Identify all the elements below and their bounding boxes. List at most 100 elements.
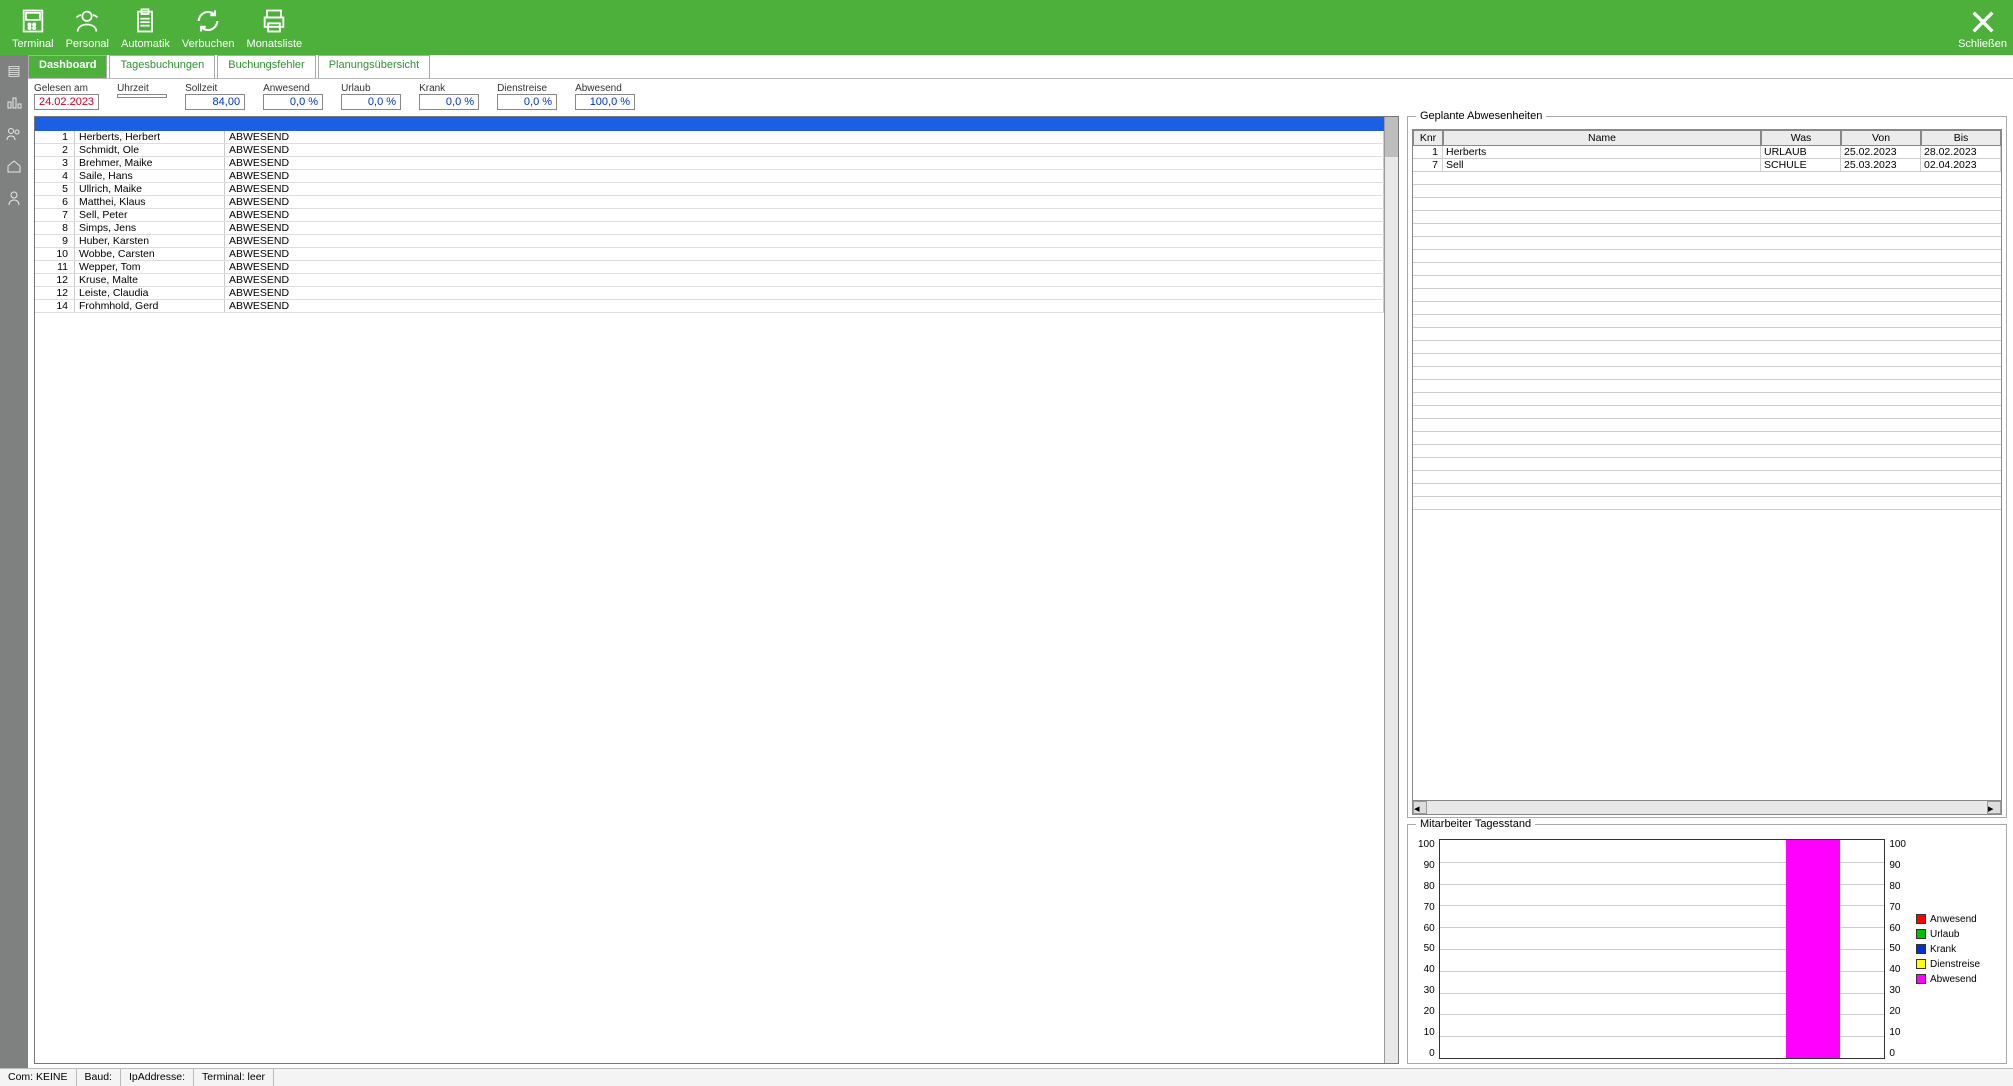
legend-dienstreise: Dienstreise [1930, 959, 1980, 970]
people-row[interactable]: 3Brehmer, MaikeABWESEND [35, 157, 1384, 170]
side-rail: ▤ [0, 55, 28, 1068]
people-list-header[interactable] [35, 117, 1384, 131]
clipboard-icon [130, 6, 160, 36]
axis-tick: 100 [1889, 839, 1906, 850]
tab-dashboard[interactable]: Dashboard [28, 55, 107, 78]
people-row[interactable]: 4Saile, HansABWESEND [35, 170, 1384, 183]
dienstreise-label: Dienstreise [497, 83, 557, 94]
absence-empty-row [1413, 393, 2001, 406]
uhrzeit-value[interactable] [117, 94, 167, 98]
abs-knr: 1 [1413, 146, 1443, 159]
chart-title: Mitarbeiter Tagesstand [1416, 818, 1535, 830]
dienstreise-value: 0,0 % [497, 94, 557, 110]
people-row[interactable]: 14Frohmhold, GerdABWESEND [35, 300, 1384, 313]
absence-empty-row [1413, 289, 2001, 302]
axis-tick: 0 [1429, 1048, 1435, 1059]
anwesend-value: 0,0 % [263, 94, 323, 110]
monatsliste-button[interactable]: Monatsliste [241, 0, 309, 55]
absence-empty-row [1413, 471, 2001, 484]
people-list[interactable]: 1Herberts, HerbertABWESEND2Schmidt, OleA… [35, 131, 1384, 1063]
people-row[interactable]: 12Kruse, MalteABWESEND [35, 274, 1384, 287]
verbuchen-label: Verbuchen [182, 38, 235, 50]
abs-col-knr[interactable]: Knr [1413, 130, 1443, 146]
close-button[interactable]: Schließen [1958, 6, 2007, 50]
abs-bis: 02.04.2023 [1921, 159, 2001, 172]
gelesen-am-label: Gelesen am [34, 83, 99, 94]
tab-planungsuebersicht[interactable]: Planungsübersicht [318, 55, 431, 78]
people-row[interactable]: 7Sell, PeterABWESEND [35, 209, 1384, 222]
axis-tick: 60 [1424, 923, 1435, 934]
absence-hscroll[interactable]: ◂▸ [1413, 800, 2001, 814]
people-row[interactable]: 10Wobbe, CarstenABWESEND [35, 248, 1384, 261]
legend-abwesend: Abwesend [1930, 974, 1977, 985]
people-scrollbar[interactable] [1384, 117, 1398, 1063]
refresh-icon [193, 6, 223, 36]
people-row-idx: 8 [35, 222, 75, 234]
absence-row[interactable]: 7SellSCHULE25.03.202302.04.2023 [1413, 159, 2001, 172]
krank-value: 0,0 % [419, 94, 479, 110]
abs-von: 25.02.2023 [1841, 146, 1921, 159]
rail-person-icon[interactable] [3, 187, 25, 209]
gelesen-am-value[interactable]: 24.02.2023 [34, 94, 99, 110]
axis-tick: 10 [1889, 1027, 1900, 1038]
abs-col-bis[interactable]: Bis [1921, 130, 2001, 146]
people-row-name: Matthei, Klaus [75, 196, 225, 208]
people-row-idx: 14 [35, 300, 75, 312]
rail-users-icon[interactable] [3, 123, 25, 145]
status-baud: Baud: [77, 1069, 121, 1086]
absence-empty-row [1413, 406, 2001, 419]
people-row-name: Wobbe, Carsten [75, 248, 225, 260]
absence-empty-row [1413, 484, 2001, 497]
people-row-idx: 9 [35, 235, 75, 247]
people-row-idx: 7 [35, 209, 75, 221]
people-row-idx: 2 [35, 144, 75, 156]
people-row[interactable]: 1Herberts, HerbertABWESEND [35, 131, 1384, 144]
absence-grid[interactable]: Knr Name Was Von Bis 1HerbertsURLAUB25.0… [1412, 129, 2002, 815]
people-row-status: ABWESEND [225, 261, 1384, 273]
people-row[interactable]: 2Schmidt, OleABWESEND [35, 144, 1384, 157]
status-com: Com: KEINE [0, 1069, 77, 1086]
personal-button[interactable]: Personal [60, 0, 115, 55]
tab-tagesbuchungen[interactable]: Tagesbuchungen [109, 55, 215, 78]
absence-empty-row [1413, 237, 2001, 250]
rail-chart-icon[interactable] [3, 91, 25, 113]
absence-empty-row [1413, 354, 2001, 367]
people-row-name: Huber, Karsten [75, 235, 225, 247]
axis-tick: 100 [1418, 839, 1435, 850]
people-row[interactable]: 6Matthei, KlausABWESEND [35, 196, 1384, 209]
terminal-button[interactable]: Terminal [6, 0, 60, 55]
absence-empty-row [1413, 458, 2001, 471]
people-row[interactable]: 8Simps, JensABWESEND [35, 222, 1384, 235]
urlaub-label: Urlaub [341, 83, 401, 94]
absence-empty-row [1413, 419, 2001, 432]
abs-col-was[interactable]: Was [1761, 130, 1841, 146]
absence-empty-row [1413, 172, 2001, 185]
people-row-name: Wepper, Tom [75, 261, 225, 273]
people-row-status: ABWESEND [225, 209, 1384, 221]
people-row[interactable]: 5Ullrich, MaikeABWESEND [35, 183, 1384, 196]
people-row-idx: 10 [35, 248, 75, 260]
people-row[interactable]: 9Huber, KarstenABWESEND [35, 235, 1384, 248]
axis-tick: 40 [1424, 964, 1435, 975]
automatik-label: Automatik [121, 38, 170, 50]
urlaub-value: 0,0 % [341, 94, 401, 110]
swatch-dienstreise [1916, 959, 1926, 969]
tab-buchungsfehler[interactable]: Buchungsfehler [217, 55, 315, 78]
abs-col-name[interactable]: Name [1443, 130, 1761, 146]
axis-tick: 80 [1424, 881, 1435, 892]
axis-tick: 0 [1889, 1048, 1895, 1059]
people-row[interactable]: 12Leiste, ClaudiaABWESEND [35, 287, 1384, 300]
verbuchen-button[interactable]: Verbuchen [176, 0, 241, 55]
absence-row[interactable]: 1HerbertsURLAUB25.02.202328.02.2023 [1413, 146, 2001, 159]
chart-groupbox: Mitarbeiter Tagesstand 10090807060504030… [1407, 824, 2007, 1064]
rail-home-icon[interactable] [3, 155, 25, 177]
rail-menu-icon[interactable]: ▤ [3, 59, 25, 81]
automatik-button[interactable]: Automatik [115, 0, 176, 55]
people-row[interactable]: 11Wepper, TomABWESEND [35, 261, 1384, 274]
terminal-label: Terminal [12, 38, 54, 50]
abs-von: 25.03.2023 [1841, 159, 1921, 172]
axis-tick: 90 [1889, 860, 1900, 871]
people-row-status: ABWESEND [225, 222, 1384, 234]
people-row-name: Frohmhold, Gerd [75, 300, 225, 312]
abs-col-von[interactable]: Von [1841, 130, 1921, 146]
